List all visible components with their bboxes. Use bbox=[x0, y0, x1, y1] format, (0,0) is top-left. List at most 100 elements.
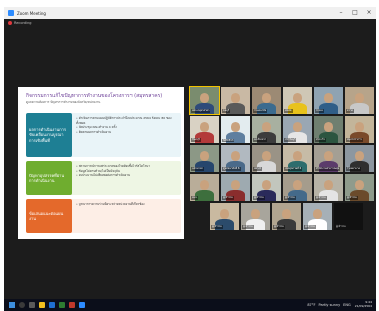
participant-name: กรมอนามัย bbox=[253, 109, 268, 113]
participant-video-tile[interactable]: ปราจีนบุรี bbox=[283, 116, 312, 143]
participant-head bbox=[230, 179, 241, 190]
slide-row-obstacles: ปัญหาอุปสรรคที่ผ่านการดำเนินงาน • สถานกา… bbox=[26, 161, 181, 195]
participant-video-tile[interactable]: จันทบุรี bbox=[190, 116, 219, 143]
participant-video-tile[interactable]: สำนักงานสาธารณสุข bbox=[314, 145, 343, 172]
participant-video-tile[interactable]: ผู้เข้าร่วม bbox=[241, 203, 270, 230]
participant-name: ชลบุรี bbox=[222, 109, 231, 113]
row-label: ปัญหาอุปสรรคที่ผ่านการดำเนินงาน bbox=[26, 161, 72, 195]
participant-video-tile[interactable]: เขตสุขภาพที่ 6 bbox=[283, 145, 312, 172]
row-body: • บูรณาการความร่วมมือระหว่างหน่วยงานที่เ… bbox=[72, 199, 181, 233]
participant-name: สำนักงานสาธารณสุข bbox=[315, 167, 341, 171]
participant-video-tile[interactable]: ตราด bbox=[345, 87, 374, 114]
slide-subtitle: ดูแลความต้องการ ปัญหาการทำงานของจังหวัด/… bbox=[26, 100, 101, 104]
excel-icon[interactable] bbox=[59, 302, 65, 308]
slide-row-suggestions: ข้อเสนอแนะต่อแผนงาน • บูรณาการความร่วมมื… bbox=[26, 199, 181, 233]
participant-head bbox=[323, 121, 334, 132]
participant-video-tile[interactable]: กรมอนามัย bbox=[252, 87, 281, 114]
windows-taskbar: 87°F Partly sunny ENG 9:44 21/09/2564 bbox=[4, 299, 376, 311]
weather-desc[interactable]: Partly sunny bbox=[319, 303, 341, 307]
participant-head bbox=[292, 121, 303, 132]
clock-date: 21/09/2564 bbox=[354, 304, 372, 308]
participant-head bbox=[261, 179, 272, 190]
participant-video-tile[interactable]: ผู้เข้าร่วม bbox=[252, 174, 281, 201]
windows-start-icon[interactable] bbox=[9, 302, 15, 308]
participant-name: อบจ. bbox=[191, 196, 199, 200]
powerpoint-icon[interactable] bbox=[69, 302, 75, 308]
participant-video-tile[interactable]: ผู้เข้าร่วม bbox=[303, 203, 332, 230]
participant-name: จันทบุรี bbox=[191, 138, 201, 142]
row-label: ข้อเสนอแนะต่อแผนงาน bbox=[26, 199, 72, 233]
participant-video-tile[interactable]: ผู้เข้าร่วม bbox=[334, 203, 363, 230]
participant-name: ผู้เข้าร่วม bbox=[304, 225, 316, 229]
participant-head bbox=[292, 150, 303, 161]
participant-head bbox=[230, 150, 241, 161]
row-line: • ดำเนินการตามแผนปฏิบัติการประจำปีงบประม… bbox=[76, 116, 172, 125]
participant-video-tile[interactable]: ผู้เข้าร่วม bbox=[221, 174, 250, 201]
participant-name: ปราจีนบุรี bbox=[284, 138, 297, 142]
participant-head bbox=[199, 179, 210, 190]
participant-head bbox=[292, 179, 303, 190]
slide-title: กิจกรรมการแก้ไขปัญหาการทำงานของโครงการฯ … bbox=[26, 93, 163, 99]
participant-name: ผู้เข้าร่วม bbox=[253, 196, 265, 200]
participant-name: ผู้เข้าร่วม bbox=[336, 225, 346, 228]
participant-head bbox=[261, 150, 272, 161]
participant-head bbox=[199, 150, 210, 161]
participant-video-tile[interactable]: ผู้เข้าร่วม bbox=[272, 203, 301, 230]
participant-video-tile[interactable]: SMOE13 bbox=[221, 116, 250, 143]
participant-name: สมุทรปราการ bbox=[346, 138, 363, 142]
participant-video-tile[interactable]: โรงพยาบาล bbox=[345, 145, 374, 172]
zoom-app-icon bbox=[8, 10, 14, 16]
participant-name: SMOE13 bbox=[222, 139, 235, 142]
weather-temp[interactable]: 87°F bbox=[307, 303, 315, 307]
row-body: • ดำเนินการตามแผนปฏิบัติการประจำปีงบประม… bbox=[72, 113, 181, 157]
participant-name: สคร.6 bbox=[253, 167, 262, 171]
language-indicator[interactable]: ENG bbox=[343, 303, 351, 307]
record-dot-icon bbox=[8, 21, 12, 25]
participant-video-tile[interactable]: สระแก้ว bbox=[314, 116, 343, 143]
participant-name: ผู้เข้าร่วม bbox=[315, 196, 327, 200]
edge-icon[interactable] bbox=[49, 302, 55, 308]
participant-name: ฉะเชิงเทรา bbox=[253, 138, 268, 142]
participant-video-tile[interactable]: ศูนย์อนามัยที่ 6 bbox=[221, 145, 250, 172]
participant-head bbox=[323, 179, 334, 190]
participant-video-tile[interactable]: ผู้เข้าร่วม bbox=[283, 174, 312, 201]
participant-video-tile[interactable]: สมุทรปราการ bbox=[345, 116, 374, 143]
participant-head bbox=[261, 121, 272, 132]
minimize-button[interactable]: – bbox=[334, 7, 348, 19]
participant-head bbox=[323, 92, 334, 103]
clock[interactable]: 9:44 21/09/2564 bbox=[355, 301, 372, 308]
participant-name: ผู้เข้าร่วม bbox=[273, 225, 285, 229]
participant-video-tile[interactable]: สสจ.สมุทรสาคร bbox=[189, 86, 220, 115]
participant-head bbox=[323, 150, 334, 161]
participant-video-tile[interactable]: ระยอง bbox=[314, 87, 343, 114]
participant-video-tile[interactable]: อบจ. bbox=[190, 174, 219, 201]
task-view-icon[interactable] bbox=[29, 302, 35, 308]
close-button[interactable]: × bbox=[362, 7, 376, 19]
participant-video-tile[interactable]: ฉะเชิงเทรา bbox=[252, 116, 281, 143]
participant-name: ผู้เข้าร่วม bbox=[211, 225, 223, 229]
participant-name: ผู้เข้าร่วม bbox=[222, 196, 234, 200]
participant-video-tile[interactable]: นครนายก bbox=[190, 145, 219, 172]
zoom-taskbar-icon[interactable] bbox=[79, 302, 85, 308]
window-title: Zoom Meeting bbox=[17, 10, 46, 16]
shared-screen: กิจกรรมการแก้ไขปัญหาการทำงานของโครงการฯ … bbox=[18, 87, 184, 239]
search-icon[interactable] bbox=[19, 302, 25, 308]
participant-video-tile[interactable]: สคร.6 bbox=[252, 145, 281, 172]
participant-head bbox=[354, 179, 365, 190]
participant-name: สระแก้ว bbox=[315, 138, 326, 142]
participant-name: โรงพยาบาล bbox=[346, 167, 361, 171]
title-bar: Zoom Meeting – □ × bbox=[4, 7, 376, 19]
participant-head bbox=[219, 208, 230, 219]
participant-video-tile[interactable]: ผู้เข้าร่วม bbox=[314, 174, 343, 201]
participant-name: นครนายก bbox=[191, 167, 204, 171]
participant-video-tile[interactable]: ผู้เข้าร่วม bbox=[210, 203, 239, 230]
file-explorer-icon[interactable] bbox=[39, 302, 45, 308]
participant-head bbox=[354, 92, 365, 103]
row-body: • สถานการณ์การแพร่ระบาดของโรคติดเชื้อไวร… bbox=[72, 161, 181, 195]
system-tray: 87°F Partly sunny ENG 9:44 21/09/2564 bbox=[304, 301, 372, 308]
participant-video-tile[interactable]: ชลบุรี bbox=[221, 87, 250, 114]
recording-indicator[interactable]: Recording bbox=[4, 19, 376, 27]
maximize-button[interactable]: □ bbox=[348, 7, 362, 19]
participant-video-tile[interactable]: สปสช. bbox=[283, 87, 312, 114]
participant-video-tile[interactable]: ผู้เข้าร่วม bbox=[345, 174, 374, 201]
